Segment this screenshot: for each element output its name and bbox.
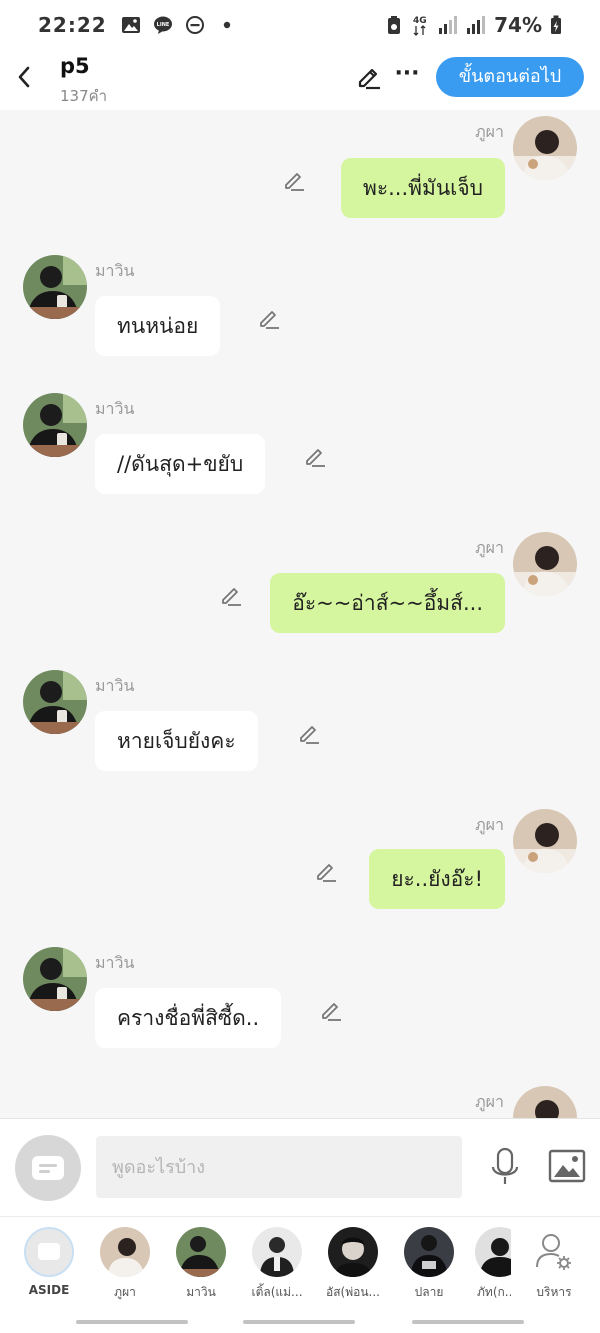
chat-area[interactable]: ภูผา พะ...พี่มันเจ็บ มาวิน ทนหน่อย มาวิน… [0, 110, 600, 1118]
status-bar: 22:22 LINE 4G 74% [0, 0, 600, 50]
avatar-phupha[interactable] [513, 532, 577, 596]
line-app-notification-icon: LINE [153, 16, 172, 34]
character-mawin[interactable]: มาวิน [171, 1227, 231, 1302]
character-label: ภูผา [114, 1285, 136, 1299]
edit-message-icon[interactable] [257, 306, 281, 330]
edit-message-icon[interactable] [297, 721, 321, 745]
story-header: p5 137คำ ··· ขั้นตอนต่อไป [0, 50, 600, 110]
aside-message-icon [32, 1156, 64, 1180]
episode-title: p5 [60, 54, 90, 78]
signal-strength-icon-1 [439, 16, 458, 34]
avatar-phupha[interactable] [513, 116, 577, 180]
avatar-mawin[interactable] [23, 393, 87, 457]
character-aside[interactable]: ASIDE [19, 1227, 79, 1297]
character-plai[interactable]: ปลาย [399, 1227, 459, 1302]
character-label: อัส(พ่อน... [326, 1285, 380, 1299]
battery-charging-icon [551, 15, 561, 34]
battery-saver-icon [388, 16, 401, 34]
edit-message-icon[interactable] [282, 168, 306, 192]
character-phat[interactable]: ภัท(ก... [475, 1227, 511, 1302]
nav-recents-handle[interactable] [76, 1320, 188, 1324]
system-nav-bar [0, 1310, 600, 1333]
message-text-input[interactable] [96, 1136, 462, 1198]
sender-name: ภูผา [475, 538, 504, 557]
avatar-phupha[interactable] [513, 809, 577, 873]
message-bubble[interactable]: หายเจ็บยังคะ [95, 711, 258, 771]
character-label: ปลาย [414, 1285, 444, 1299]
battery-percent: 74% [494, 13, 542, 37]
avatar [328, 1227, 378, 1277]
message-bubble[interactable]: //ดันสุด+ขยับ [95, 434, 266, 494]
avatar [252, 1227, 302, 1277]
manage-user-gear-icon [529, 1227, 579, 1277]
sender-name: มาวิน [95, 261, 135, 280]
avatar-phupha[interactable] [513, 1086, 577, 1118]
edit-pencil-icon[interactable] [354, 62, 382, 90]
character-label: ภัท(ก... [477, 1285, 511, 1299]
character-selector-bar: ASIDE ภูผา มาวิน เติ้ล(แม่... อัส(พ่อน..… [0, 1216, 600, 1310]
svg-text:4G: 4G [413, 16, 427, 26]
character-label: มาวิน [186, 1285, 216, 1299]
avatar-mawin[interactable] [23, 947, 87, 1011]
sender-name: มาวิน [95, 399, 135, 418]
word-count: 137คำ [60, 87, 108, 105]
sender-name: ภูผา [475, 122, 504, 141]
aside-toggle-button[interactable] [15, 1135, 81, 1201]
dot-icon [223, 21, 230, 29]
gallery-notification-icon [121, 17, 140, 33]
edit-message-icon[interactable] [314, 859, 338, 883]
message-bubble[interactable]: ทนหน่อย [95, 296, 221, 356]
avatar-mawin[interactable] [23, 670, 87, 734]
next-step-button[interactable]: ขั้นตอนต่อไป [436, 57, 584, 97]
message-bubble[interactable]: ครางชื่อพี่สิซี้ด.. [95, 988, 282, 1048]
status-time: 22:22 [38, 13, 107, 37]
character-phupha[interactable]: ภูผา [95, 1227, 155, 1302]
sender-name: มาวิน [95, 953, 135, 972]
image-upload-icon[interactable] [548, 1149, 586, 1183]
edit-message-icon[interactable] [303, 444, 327, 468]
svg-text:LINE: LINE [156, 22, 169, 28]
avatar [475, 1227, 511, 1277]
avatar [176, 1227, 226, 1277]
aside-avatar [24, 1227, 74, 1277]
sender-name: ภูผา [475, 815, 504, 834]
signal-strength-icon-2 [467, 16, 486, 34]
nav-home-handle[interactable] [243, 1320, 355, 1324]
avatar [100, 1227, 150, 1277]
back-arrow-icon[interactable] [12, 62, 36, 92]
do-not-disturb-icon [185, 16, 204, 34]
message-bubble[interactable]: อ๊ะ~~อ่าส์~~อึ้มส์... [270, 573, 505, 633]
avatar [404, 1227, 454, 1277]
manage-characters-button[interactable]: บริหาร [524, 1227, 584, 1302]
network-4g-icon: 4G [413, 16, 427, 36]
sender-name: มาวิน [95, 676, 135, 695]
character-label: บริหาร [536, 1285, 572, 1299]
message-input-bar [0, 1118, 600, 1216]
edit-message-icon[interactable] [219, 583, 243, 607]
avatar-mawin[interactable] [23, 255, 87, 319]
edit-message-icon[interactable] [319, 998, 343, 1022]
more-options-icon[interactable]: ··· [394, 62, 420, 90]
sender-name: ภูผา [475, 1092, 504, 1111]
character-label: เติ้ล(แม่... [251, 1285, 303, 1299]
message-bubble[interactable]: ยะ..ยังอ๊ะ! [369, 849, 505, 909]
character-tle[interactable]: เติ้ล(แม่... [247, 1227, 307, 1302]
microphone-icon[interactable] [488, 1147, 522, 1187]
character-label: ASIDE [28, 1283, 70, 1297]
character-as[interactable]: อัส(พ่อน... [323, 1227, 383, 1302]
nav-back-handle[interactable] [412, 1320, 524, 1324]
message-bubble[interactable]: พะ...พี่มันเจ็บ [340, 158, 505, 218]
